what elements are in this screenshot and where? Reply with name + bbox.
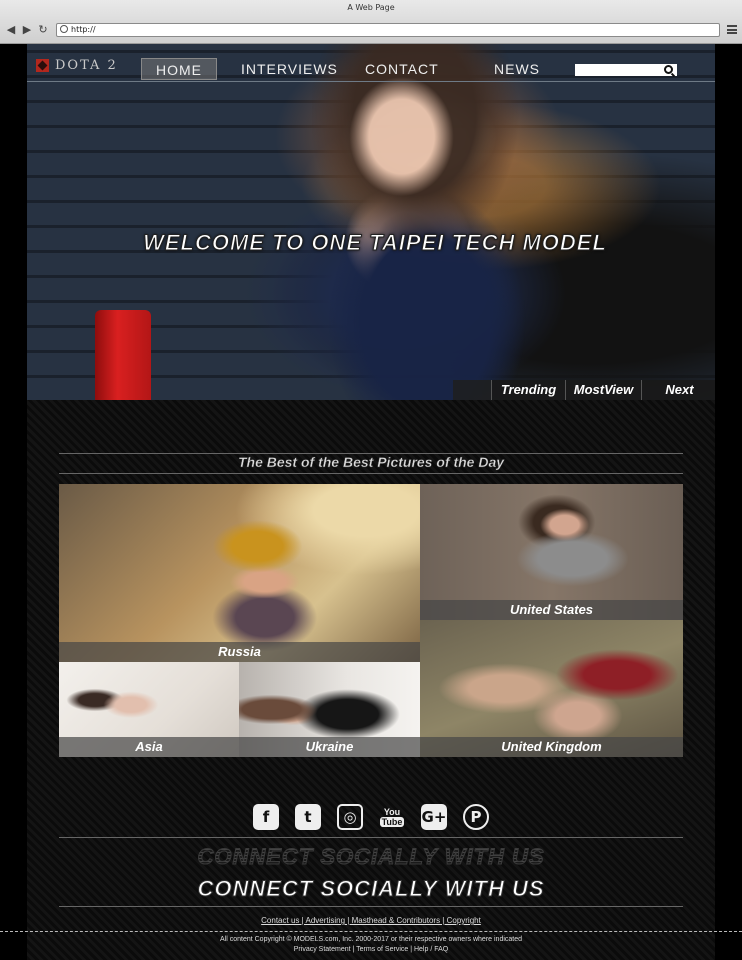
nav-interviews[interactable]: INTERVIEWS <box>241 58 337 80</box>
gallery-tile-russia[interactable]: Russia <box>59 484 420 662</box>
logo[interactable]: DOTA 2 <box>36 58 118 73</box>
tab-trending[interactable]: Trending <box>491 380 565 400</box>
gallery-tile-united-states[interactable]: United States <box>420 484 683 620</box>
gallery-tile-asia[interactable]: Asia <box>59 662 239 757</box>
dota-logo-icon <box>36 59 49 72</box>
address-url: http:// <box>71 25 96 34</box>
youtube-bottom-text: Tube <box>379 817 405 827</box>
connect-heading-shadow: CONNECT SOCIALLY WITH US <box>59 844 683 870</box>
hero-can-image <box>95 310 151 400</box>
logo-text: DOTA 2 <box>55 58 118 73</box>
back-icon[interactable]: ◀ <box>6 24 16 36</box>
divider <box>59 837 683 838</box>
hero-title: WELCOME TO ONE TAIPEI TECH MODEL <box>143 230 607 256</box>
nav-home[interactable]: HOME <box>141 58 217 80</box>
instagram-icon[interactable]: ◎ <box>337 804 363 830</box>
social-icons: f t ◎ You Tube G+ P <box>253 804 489 830</box>
connect-heading: CONNECT SOCIALLY WITH US <box>197 876 545 902</box>
window-title: A Web Page <box>347 3 395 12</box>
address-search-icon <box>60 25 68 33</box>
nav-contact[interactable]: CONTACT <box>365 58 438 80</box>
hamburger-menu-icon[interactable] <box>727 25 737 34</box>
tile-caption: Ukraine <box>239 737 420 757</box>
footer-legal-links[interactable]: Privacy Statement | Terms of Service | H… <box>27 946 715 953</box>
browser-nav: ◀ ▶ ↻ <box>6 24 48 36</box>
tab-next[interactable]: Next <box>641 380 715 400</box>
tab-spacer <box>453 380 491 400</box>
twitter-icon[interactable]: t <box>295 804 321 830</box>
hero-model-photo <box>312 44 632 400</box>
divider <box>59 906 683 907</box>
gallery-tile-ukraine[interactable]: Ukraine <box>239 662 420 757</box>
dashed-separator <box>0 931 742 932</box>
tab-mostview[interactable]: MostView <box>565 380 641 400</box>
youtube-icon[interactable]: You Tube <box>379 804 405 830</box>
top-navigation: DOTA 2 HOME INTERVIEWS CONTACT NEWS <box>27 44 715 82</box>
tile-caption: United Kingdom <box>420 737 683 757</box>
divider <box>59 473 683 474</box>
search-icon[interactable] <box>664 65 673 74</box>
browser-chrome: A Web Page ◀ ▶ ↻ http:// <box>0 0 742 44</box>
hero-tabs: Trending MostView Next <box>453 380 715 400</box>
nav-news[interactable]: NEWS <box>489 58 545 80</box>
footer-links[interactable]: Contact us | Advertising | Masthead & Co… <box>27 916 715 925</box>
facebook-icon[interactable]: f <box>253 804 279 830</box>
footer-copyright: All content Copyright © MODELS.com, Inc.… <box>219 936 523 943</box>
tile-caption: United States <box>420 600 683 620</box>
search-input[interactable] <box>575 64 677 76</box>
reload-icon[interactable]: ↻ <box>38 24 48 36</box>
forward-icon[interactable]: ▶ <box>22 24 32 36</box>
youtube-top-text: You <box>383 807 401 817</box>
page: DOTA 2 HOME INTERVIEWS CONTACT NEWS WELC… <box>27 44 715 960</box>
tile-caption: Russia <box>59 642 420 662</box>
address-bar[interactable]: http:// <box>56 23 720 37</box>
hero-banner: DOTA 2 HOME INTERVIEWS CONTACT NEWS WELC… <box>27 44 715 400</box>
gallery-tile-united-kingdom[interactable]: United Kingdom <box>420 620 683 757</box>
tile-caption: Asia <box>59 737 239 757</box>
gallery-title: The Best of the Best Pictures of the Day <box>237 454 505 470</box>
google-plus-icon[interactable]: G+ <box>421 804 447 830</box>
pinterest-icon[interactable]: P <box>463 804 489 830</box>
